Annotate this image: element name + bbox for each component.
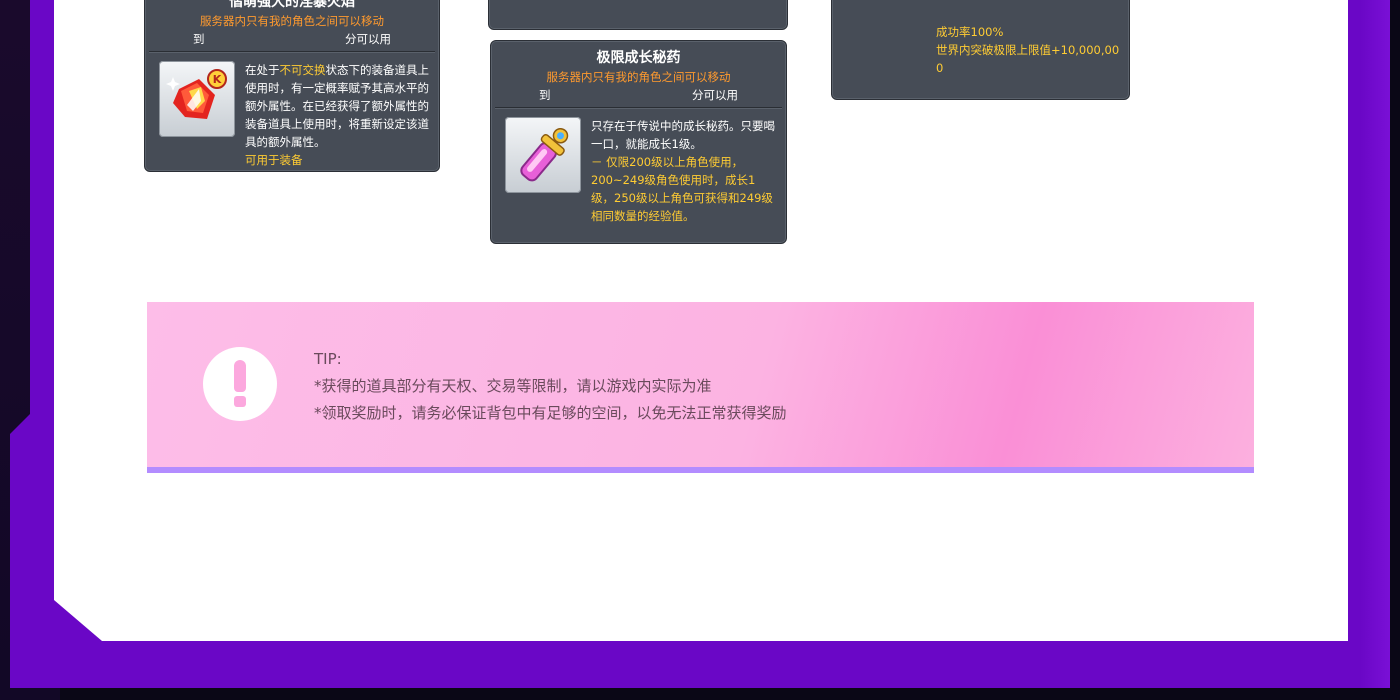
item-body: 只存在于传说中的成长秘药。只要喝一口，就能成长1级。 － 仅限200级以上角色使…	[491, 109, 786, 225]
item-expire-row: 到 分可以用	[491, 87, 786, 103]
frame-right-edge	[1360, 0, 1390, 688]
item-tooltip-limit: 成功率100% 世界内突破极限上限值+10,000,000	[831, 0, 1130, 100]
tip-line-1: *获得的道具部分有天权、交易等限制，请以游戏内实际为准	[314, 377, 712, 395]
item-title: 极限成长秘药	[596, 50, 681, 66]
item-tooltip-growth-potion: 极限成长秘药 服务器内只有我的角色之间可以移动 到 分可以用 只存在于传说中的成…	[490, 40, 787, 244]
item-tooltip-flame: 偕萌强大的淫暴火焰 服务器内只有我的角色之间可以移动 到 分可以用 K 在处于不…	[144, 0, 440, 172]
tip-line-2: *领取奖励时，请务必保证背包中有足够的空间，以免无法正常获得奖励	[314, 404, 787, 422]
expire-right: 分可以用	[692, 88, 738, 102]
tip-label: TIP:	[314, 350, 342, 368]
item-effect-text: 成功率100% 世界内突破极限上限值+10,000,000	[936, 23, 1122, 77]
svg-text:K: K	[213, 73, 222, 86]
limit-increase: 世界内突破极限上限值+10,000,000	[936, 43, 1120, 75]
item-description: 只存在于传说中的成长秘药。只要喝一口，就能成长1级。 － 仅限200级以上角色使…	[591, 119, 775, 223]
item-transfer-note: 服务器内只有我的角色之间可以移动	[546, 70, 731, 84]
tip-box: TIP: *获得的道具部分有天权、交易等限制，请以游戏内实际为准 *领取奖励时，…	[147, 302, 1254, 473]
item-level-note: － 仅限200级以上角色使用，200~249级角色使用时，成长1级，250级以上…	[591, 155, 773, 223]
red-flame-cube-icon: K	[159, 61, 235, 137]
item-usage: 可用于装备	[245, 153, 303, 167]
exclamation-icon	[203, 347, 277, 421]
success-rate: 成功率100%	[936, 25, 1004, 39]
item-body: K 在处于不可交换状态下的装备道具上使用时，有一定概率赋予其高水平的额外属性。在…	[145, 53, 439, 169]
growth-potion-icon	[505, 117, 581, 193]
expire-left: 到	[539, 88, 551, 102]
expire-right: 分可以用	[345, 32, 391, 46]
tip-text: TIP: *获得的道具部分有天权、交易等限制，请以游戏内实际为准 *领取奖励时，…	[314, 346, 787, 427]
item-description: 在处于不可交换状态下的装备道具上使用时，有一定概率赋予其高水平的额外属性。在已经…	[245, 63, 429, 167]
expire-left: 到	[193, 32, 205, 46]
item-expire-row: 到 分可以用	[145, 31, 439, 47]
item-title: 偕萌强大的淫暴火焰	[229, 0, 355, 10]
item-transfer-note: 服务器内只有我的角色之间可以移动	[200, 14, 384, 28]
item-tooltip-partial	[488, 0, 788, 30]
